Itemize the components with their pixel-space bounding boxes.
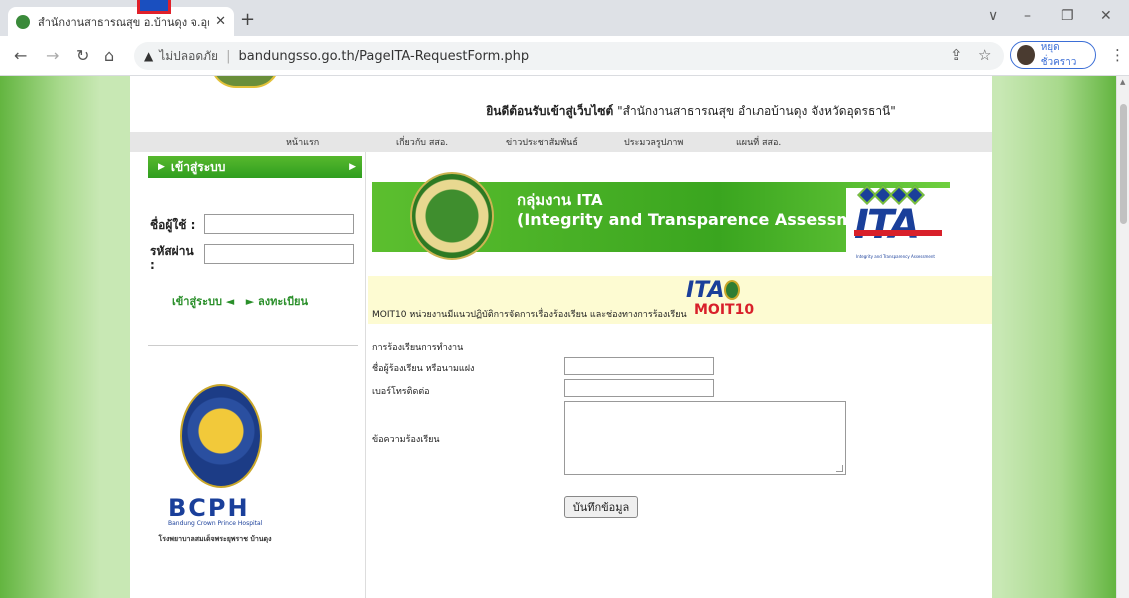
tab-search-chevron-icon[interactable]: ∨	[988, 8, 998, 24]
save-button[interactable]: บันทึกข้อมูล	[564, 496, 638, 518]
login-right-arrow-icon: ▶	[349, 162, 356, 172]
red-highlight-marker	[137, 0, 171, 14]
share-icon[interactable]: ⇪	[950, 46, 963, 64]
password-label: รหัสผ่าน :	[150, 244, 194, 272]
page-container: ยินดีต้อนรับเข้าสู่เว็บไซต์ "สำนักงานสาธ…	[130, 76, 992, 598]
nav-item-about[interactable]: เกี่ยวกับ สสอ.	[396, 135, 448, 149]
bookmark-star-icon[interactable]: ☆	[978, 46, 991, 64]
form-title: การร้องเรียนการทำงาน	[372, 343, 464, 353]
menu-kebab-icon[interactable]: ⋮	[1110, 46, 1125, 64]
minimize-button[interactable]: –	[1024, 8, 1031, 24]
warning-icon: ▲	[144, 49, 154, 63]
name-input[interactable]	[564, 357, 714, 375]
browser-tab[interactable]: สำนักงานสาธารณสุข อ.บ้านดุง จ.อุดร ✕	[8, 7, 234, 36]
forward-arrow-icon[interactable]: →	[46, 46, 59, 65]
moph-seal-icon	[410, 172, 494, 260]
login-header: ▶ เข้าสู่ระบบ ▶	[148, 156, 362, 178]
phone-label: เบอร์โทรติดต่อ	[372, 387, 430, 397]
bcph-logo: BCPH	[168, 494, 250, 522]
page-scrollbar[interactable]: ▲	[1116, 76, 1129, 598]
phone-input[interactable]	[564, 379, 714, 397]
address-bar[interactable]: ▲ ไม่ปลอดภัย | bandungsso.go.th/PageITA-…	[134, 42, 1004, 70]
page-viewport: ยินดีต้อนรับเข้าสู่เว็บไซต์ "สำนักงานสาธ…	[0, 76, 1116, 598]
url-text: bandungsso.go.th/PageITA-RequestForm.php	[238, 48, 530, 64]
ita-banner: กลุ่มงาน ITA (Integrity and Transparence…	[372, 172, 950, 268]
hospital-emblem-icon	[180, 384, 262, 488]
site-logo	[210, 76, 280, 88]
omnibox-separator: |	[226, 48, 231, 64]
nav-item-map[interactable]: แผนที่ สสอ.	[736, 135, 781, 149]
main-content: กลุ่มงาน ITA (Integrity and Transparence…	[368, 152, 992, 598]
login-links: เข้าสู่ระบบ ◄ ► ลงทะเบียน	[172, 292, 308, 310]
new-tab-button[interactable]: +	[240, 9, 255, 30]
moit10-label: MOIT10	[694, 302, 755, 318]
username-input[interactable]	[204, 214, 354, 234]
moit-ita-mark: ITA	[686, 278, 725, 303]
sidebar: ▶ เข้าสู่ระบบ ▶ ชื่อผู้ใช้ : รหัสผ่าน : …	[142, 152, 366, 598]
hospital-name: โรงพยาบาลสมเด็จพระยุพราช บ้านดุง	[158, 535, 272, 543]
main-nav: หน้าแรก เกี่ยวกับ สสอ. ข่าวประชาสัมพันธ์…	[130, 132, 992, 152]
site-favicon-icon	[16, 14, 30, 29]
tab-close-icon[interactable]: ✕	[215, 14, 226, 29]
moit-description: MOIT10 หน่วยงานมีแนวปฏิบัติการจัดการเรื่…	[372, 310, 687, 320]
password-input[interactable]	[204, 244, 354, 264]
login-title: เข้าสู่ระบบ	[170, 159, 226, 174]
moit-band: MOIT10 หน่วยงานมีแนวปฏิบัติการจัดการเรื่…	[368, 276, 992, 324]
scroll-up-icon[interactable]: ▲	[1120, 78, 1125, 86]
ita-logo-text: ITA	[854, 202, 920, 248]
reload-icon[interactable]: ↻	[76, 46, 89, 65]
banner-line2: (Integrity and Transparence Assessment)	[517, 210, 891, 229]
register-link[interactable]: ► ลงทะเบียน	[246, 295, 308, 308]
avatar	[1017, 45, 1035, 65]
maximize-button[interactable]: ❐	[1061, 8, 1074, 24]
username-label: ชื่อผู้ใช้ :	[150, 218, 196, 232]
login-link[interactable]: เข้าสู่ระบบ ◄	[172, 295, 234, 308]
sidebar-divider	[148, 345, 358, 346]
ita-logo-subtitle: Integrity and Transparency Assessment	[856, 254, 935, 259]
message-label: ข้อความร้องเรียน	[372, 435, 440, 445]
scrollbar-thumb[interactable]	[1120, 104, 1127, 224]
mopd-diamonds-icon	[857, 185, 925, 205]
banner-line1: กลุ่มงาน ITA	[517, 191, 603, 209]
nav-item-news[interactable]: ข่าวประชาสัมพันธ์	[506, 135, 578, 149]
moit-seal-icon	[724, 280, 740, 300]
login-arrow-icon: ▶	[158, 162, 165, 172]
name-label: ชื่อผู้ร้องเรียน หรือนามแฝง	[372, 364, 475, 374]
nav-item-gallery[interactable]: ประมวลรูปภาพ	[624, 135, 683, 149]
back-arrow-icon[interactable]: ←	[14, 46, 27, 65]
not-secure-label: ไม่ปลอดภัย	[159, 48, 219, 63]
welcome-site-name: "สำนักงานสาธารณสุข อำเภอบ้านดุง จังหวัดอ…	[617, 104, 896, 118]
ita-logo: ITA Integrity and Transparency Assessmen…	[846, 185, 950, 268]
ita-stripe	[854, 230, 942, 236]
welcome-text: ยินดีต้อนรับเข้าสู่เว็บไซต์ "สำนักงานสาธ…	[130, 102, 992, 121]
message-textarea[interactable]	[564, 401, 846, 475]
browser-toolbar: ← → ↻ ⌂ ▲ ไม่ปลอดภัย | bandungsso.go.th/…	[0, 36, 1129, 76]
profile-button[interactable]: หยุดชั่วคราว	[1010, 41, 1096, 69]
welcome-bold: ยินดีต้อนรับเข้าสู่เว็บไซต์	[486, 104, 614, 118]
tab-title: สำนักงานสาธารณสุข อ.บ้านดุง จ.อุดร	[38, 15, 210, 29]
nav-item-home[interactable]: หน้าแรก	[286, 135, 319, 149]
close-window-button[interactable]: ✕	[1100, 8, 1112, 24]
bcph-subtitle: Bandung Crown Prince Hospital	[168, 520, 263, 527]
profile-status-label: หยุดชั่วคราว	[1040, 42, 1077, 68]
home-icon[interactable]: ⌂	[104, 46, 114, 65]
